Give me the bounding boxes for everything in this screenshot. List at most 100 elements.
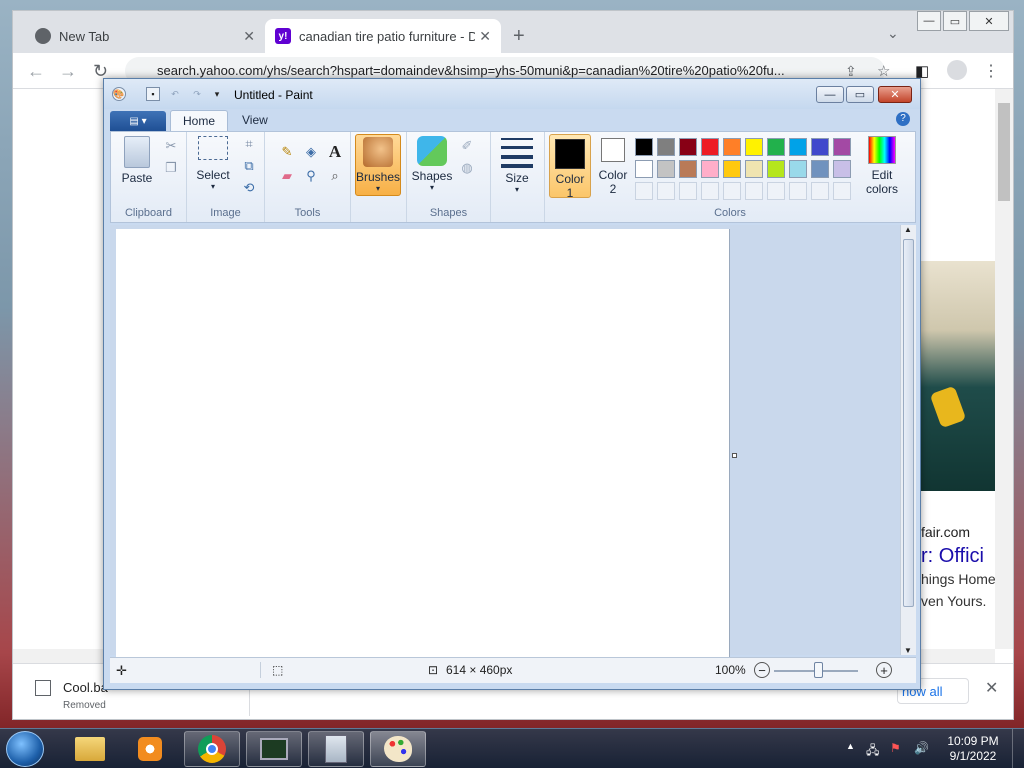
- outline-icon[interactable]: ✐: [457, 136, 477, 156]
- pencil-icon[interactable]: ✎: [277, 142, 297, 162]
- undo-icon[interactable]: ↶: [168, 87, 182, 101]
- select-button[interactable]: Select ▾: [193, 136, 233, 191]
- palette-swatch[interactable]: [701, 138, 719, 156]
- palette-swatch[interactable]: [679, 182, 697, 200]
- eraser-icon[interactable]: ▰: [277, 166, 297, 186]
- taskbar-chrome[interactable]: [184, 731, 240, 767]
- scroll-down-icon[interactable]: ▼: [904, 646, 912, 655]
- palette-swatch[interactable]: [745, 138, 763, 156]
- zoom-in-button[interactable]: +: [876, 662, 892, 678]
- start-button[interactable]: [6, 731, 44, 767]
- show-desktop-button[interactable]: [1012, 729, 1024, 768]
- canvas-scrollbar[interactable]: ▲ ▼: [900, 225, 916, 655]
- palette-swatch[interactable]: [767, 138, 785, 156]
- palette-swatch[interactable]: [833, 160, 851, 178]
- crop-icon[interactable]: ⌗: [239, 134, 259, 154]
- close-icon[interactable]: ✕: [243, 28, 255, 45]
- forward-icon[interactable]: →: [59, 61, 77, 82]
- close-button[interactable]: ✕: [878, 86, 912, 103]
- volume-icon[interactable]: 🔊: [914, 741, 929, 755]
- palette-swatch[interactable]: [657, 182, 675, 200]
- redo-icon[interactable]: ↷: [190, 87, 204, 101]
- text-icon[interactable]: A: [325, 142, 345, 162]
- color-picker-icon[interactable]: ⚲: [301, 166, 321, 186]
- palette-swatch[interactable]: [657, 138, 675, 156]
- profile-icon[interactable]: [947, 60, 967, 80]
- fill-style-icon[interactable]: ◍: [457, 158, 477, 178]
- zoom-out-button[interactable]: −: [754, 662, 770, 678]
- palette-swatch[interactable]: [833, 182, 851, 200]
- drawing-canvas[interactable]: [116, 229, 730, 659]
- minimize-button[interactable]: —: [917, 11, 941, 31]
- zoom-slider-thumb[interactable]: [814, 662, 823, 678]
- resize-handle[interactable]: [732, 453, 737, 458]
- back-icon[interactable]: ←: [27, 61, 45, 82]
- tab-home[interactable]: Home: [170, 110, 229, 131]
- palette-swatch[interactable]: [811, 182, 829, 200]
- palette-swatch[interactable]: [635, 182, 653, 200]
- palette-swatch[interactable]: [679, 160, 697, 178]
- paste-button[interactable]: Paste: [117, 136, 157, 185]
- new-tab-button[interactable]: +: [513, 25, 525, 48]
- edit-colors-button[interactable]: Edit colors: [857, 136, 907, 196]
- palette-swatch[interactable]: [723, 160, 741, 178]
- brushes-button[interactable]: Brushes ▾: [355, 134, 401, 196]
- palette-swatch[interactable]: [723, 138, 741, 156]
- taskbar-paint[interactable]: [370, 731, 426, 767]
- palette-swatch[interactable]: [789, 182, 807, 200]
- network-icon[interactable]: 🖧: [866, 741, 879, 762]
- palette-swatch[interactable]: [635, 160, 653, 178]
- maximize-button[interactable]: ▭: [943, 11, 967, 31]
- palette-swatch[interactable]: [701, 182, 719, 200]
- copy-icon[interactable]: ❐: [161, 158, 181, 178]
- file-menu-button[interactable]: ▤ ▾: [110, 111, 166, 131]
- tray-expand-icon[interactable]: ▲: [846, 741, 855, 751]
- palette-swatch[interactable]: [745, 160, 763, 178]
- color1-button[interactable]: Color 1: [549, 134, 591, 200]
- palette-swatch[interactable]: [745, 182, 763, 200]
- close-icon[interactable]: ✕: [985, 678, 998, 698]
- palette-swatch[interactable]: [701, 160, 719, 178]
- palette-swatch[interactable]: [657, 160, 675, 178]
- palette-swatch[interactable]: [635, 138, 653, 156]
- palette-swatch[interactable]: [679, 138, 697, 156]
- rotate-icon[interactable]: ⟲: [239, 178, 259, 198]
- ad-headline[interactable]: r: Offici: [921, 545, 984, 568]
- minimize-button[interactable]: —: [816, 86, 844, 103]
- size-button[interactable]: Size ▾: [497, 138, 537, 194]
- magnifier-icon[interactable]: ⌕: [325, 166, 345, 186]
- fill-icon[interactable]: ◈: [301, 142, 321, 162]
- save-icon[interactable]: ▪: [146, 87, 160, 101]
- menu-icon[interactable]: ⋮: [983, 61, 999, 81]
- color2-button[interactable]: Color 2: [593, 138, 633, 196]
- palette-swatch[interactable]: [723, 182, 741, 200]
- tab-new-tab[interactable]: New Tab ✕: [25, 19, 265, 53]
- palette-swatch[interactable]: [833, 138, 851, 156]
- shapes-button[interactable]: Shapes ▾: [411, 136, 453, 192]
- taskbar-clock[interactable]: 10:09 PM 9/1/2022: [940, 734, 1006, 764]
- close-button[interactable]: ✕: [969, 11, 1009, 31]
- close-icon[interactable]: ✕: [479, 28, 491, 45]
- taskbar-media-player[interactable]: [122, 731, 178, 767]
- paint-app-icon[interactable]: 🎨: [112, 87, 126, 101]
- resize-icon[interactable]: ⧉: [239, 156, 259, 176]
- tab-search-icon[interactable]: ⌄: [887, 25, 899, 42]
- paint-titlebar[interactable]: 🎨 ▪ ↶ ↷ ▾ Untitled - Paint — ▭ ✕: [104, 79, 920, 109]
- palette-swatch[interactable]: [811, 160, 829, 178]
- taskbar-calculator[interactable]: [308, 731, 364, 767]
- cut-icon[interactable]: ✂: [161, 136, 181, 156]
- download-filename[interactable]: Cool.ba: [63, 680, 108, 695]
- taskbar-explorer[interactable]: [62, 731, 118, 767]
- tab-yahoo-search[interactable]: y! canadian tire patio furniture - DD ✕: [265, 19, 501, 53]
- palette-swatch[interactable]: [789, 138, 807, 156]
- page-scrollbar[interactable]: [995, 89, 1013, 649]
- taskbar-task-manager[interactable]: [246, 731, 302, 767]
- scroll-up-icon[interactable]: ▲: [904, 225, 912, 234]
- scrollbar-thumb[interactable]: [998, 103, 1010, 201]
- palette-swatch[interactable]: [811, 138, 829, 156]
- maximize-button[interactable]: ▭: [846, 86, 874, 103]
- customize-qat-icon[interactable]: ▾: [210, 87, 224, 101]
- palette-swatch[interactable]: [767, 182, 785, 200]
- action-center-icon[interactable]: ⚑: [890, 741, 901, 755]
- tab-view[interactable]: View: [230, 110, 280, 131]
